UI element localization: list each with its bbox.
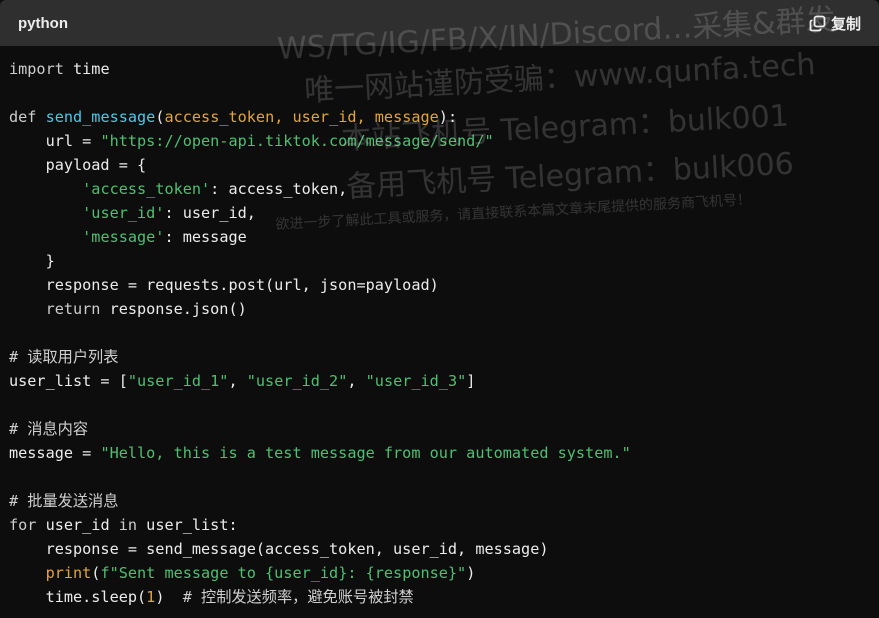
code-token: 1	[146, 588, 156, 606]
code-token: def	[9, 108, 37, 126]
code-line: message = "Hello, this is a test message…	[9, 441, 879, 465]
code-token: }	[9, 252, 55, 270]
code-token: "user_id_2"	[246, 372, 348, 390]
code-token: for	[9, 516, 37, 534]
code-line: def send_message(access_token, user_id, …	[9, 105, 879, 129]
code-token: "user_id_1"	[127, 372, 229, 390]
code-line: 'message': message	[9, 225, 879, 249]
code-token: return	[9, 300, 101, 318]
code-token: access_token, user_id, message	[164, 108, 439, 126]
code-token: : access_token,	[210, 180, 348, 198]
code-token: response = requests.post(url, json=paylo…	[9, 276, 439, 294]
code-token: payload = {	[9, 156, 147, 174]
code-token: response = send_message(access_token, us…	[9, 540, 549, 558]
code-line: return response.json()	[9, 297, 879, 321]
code-area[interactable]: import time def send_message(access_toke…	[0, 46, 879, 618]
code-token: message =	[9, 444, 101, 462]
code-token: in	[118, 516, 138, 534]
code-token: url =	[9, 132, 101, 150]
code-token: # 控制发送频率，避免账号被封禁	[182, 588, 414, 606]
code-token: import	[9, 60, 64, 78]
code-line: }	[9, 249, 879, 273]
code-token: print	[45, 564, 92, 582]
code-token: time	[63, 60, 110, 78]
code-token: # 读取用户列表	[9, 348, 119, 366]
code-token: ):	[438, 108, 458, 126]
code-line: # 批量发送消息	[9, 489, 879, 513]
code-token: user_list:	[137, 516, 238, 534]
code-token: ,	[347, 372, 366, 390]
code-token: response.json()	[100, 300, 247, 318]
code-line: time.sleep(1) # 控制发送频率，避免账号被封禁	[9, 585, 879, 609]
code-line: 'access_token': access_token,	[9, 177, 879, 201]
code-token: 'message'	[82, 228, 165, 246]
code-token: ]	[466, 372, 476, 390]
code-token: )	[155, 588, 183, 606]
language-label: python	[18, 14, 68, 32]
code-token: f"Sent message to {user_id}: {response}"	[100, 564, 467, 582]
copy-button[interactable]: 复制	[809, 13, 861, 34]
code-token: user_list = [	[9, 372, 128, 390]
code-token: )	[466, 564, 476, 582]
code-token: : user_id,	[164, 204, 256, 222]
code-line: print(f"Sent message to {user_id}: {resp…	[9, 561, 879, 585]
copy-icon	[809, 15, 826, 32]
code-line: for user_id in user_list:	[9, 513, 879, 537]
code-line: response = requests.post(url, json=paylo…	[9, 273, 879, 297]
code-token: send_message	[45, 108, 156, 126]
code-line: # 消息内容	[9, 417, 879, 441]
code-token: time.sleep(	[9, 588, 147, 606]
copy-button-label: 复制	[830, 14, 861, 33]
code-block-header: python 复制	[0, 0, 879, 46]
code-token: user_id	[36, 516, 119, 534]
code-line: # 读取用户列表	[9, 345, 879, 369]
code-token: 'access_token'	[82, 180, 211, 198]
code-line: 'user_id': user_id,	[9, 201, 879, 225]
code-token: 'user_id'	[82, 204, 165, 222]
code-token: : message	[164, 228, 247, 246]
code-line: response = send_message(access_token, us…	[9, 537, 879, 561]
code-token: ,	[228, 372, 247, 390]
code-line: import time	[9, 57, 879, 81]
code-token: # 批量发送消息	[9, 492, 119, 510]
code-token: "Hello, this is a test message from our …	[100, 444, 631, 462]
code-token: "user_id_3"	[365, 372, 467, 390]
code-line: url = "https://open-api.tiktok.com/messa…	[9, 129, 879, 153]
code-line: payload = {	[9, 153, 879, 177]
code-token: # 消息内容	[9, 420, 89, 438]
code-block: python 复制 import time def send_message(a…	[0, 0, 879, 618]
code-line: user_list = ["user_id_1", "user_id_2", "…	[9, 369, 879, 393]
code-token: "https://open-api.tiktok.com/message/sen…	[100, 132, 494, 150]
